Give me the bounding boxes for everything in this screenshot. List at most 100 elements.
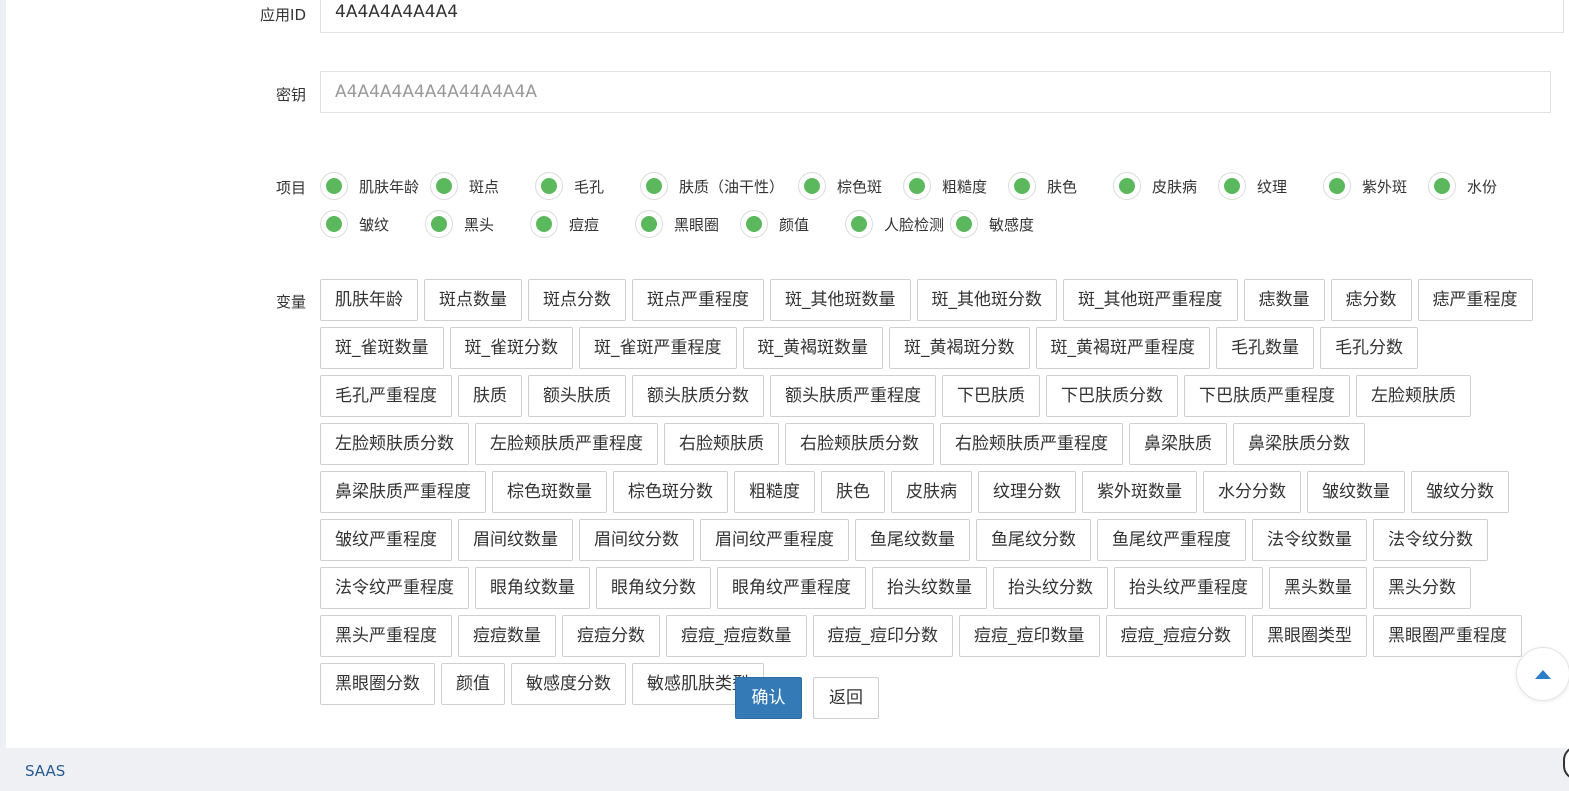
radio-circle-icon[interactable] (635, 210, 663, 238)
project-radio-item[interactable]: 棕色斑 (798, 168, 882, 204)
variable-tag-button[interactable]: 斑_黄褐斑数量 (742, 327, 883, 369)
radio-circle-icon[interactable] (530, 210, 558, 238)
variable-tag-button[interactable]: 鼻梁肤质 (1129, 423, 1227, 465)
project-radio-item[interactable]: 皮肤病 (1113, 168, 1197, 204)
variable-tag-button[interactable]: 额头肤质 (528, 375, 626, 417)
variable-tag-button[interactable]: 斑_其他斑严重程度 (1063, 279, 1238, 321)
variable-tag-button[interactable]: 鱼尾纹分数 (976, 519, 1091, 561)
variable-tag-button[interactable]: 鼻梁肤质分数 (1233, 423, 1365, 465)
variable-tag-button[interactable]: 眉间纹分数 (579, 519, 694, 561)
variable-tag-button[interactable]: 右脸颊肤质严重程度 (940, 423, 1123, 465)
variable-tag-button[interactable]: 眼角纹严重程度 (717, 567, 866, 609)
variable-tag-button[interactable]: 法令纹严重程度 (320, 567, 469, 609)
project-radio-item[interactable]: 斑点 (430, 168, 499, 204)
project-radio-item[interactable]: 肌肤年龄 (320, 168, 419, 204)
variable-tag-button[interactable]: 左脸颊肤质分数 (320, 423, 469, 465)
radio-circle-icon[interactable] (320, 172, 348, 200)
variable-tag-button[interactable]: 肌肤年龄 (320, 279, 418, 321)
variable-tag-button[interactable]: 鼻梁肤质严重程度 (320, 471, 486, 513)
project-radio-item[interactable]: 肤质（油干性） (640, 168, 784, 204)
variable-tag-button[interactable]: 肤质 (458, 375, 522, 417)
variable-tag-button[interactable]: 抬头纹严重程度 (1114, 567, 1263, 609)
project-radio-item[interactable]: 紫外斑 (1323, 168, 1407, 204)
variable-tag-button[interactable]: 黑眼圈严重程度 (1373, 615, 1522, 657)
radio-circle-icon[interactable] (320, 210, 348, 238)
variable-tag-button[interactable]: 眉间纹严重程度 (700, 519, 849, 561)
variable-tag-button[interactable]: 敏感度分数 (511, 663, 626, 705)
variable-tag-button[interactable]: 粗糙度 (734, 471, 815, 513)
variable-tag-button[interactable]: 肤色 (821, 471, 885, 513)
project-radio-item[interactable]: 毛孔 (535, 168, 604, 204)
variable-tag-button[interactable]: 斑_雀斑分数 (449, 327, 573, 369)
project-radio-item[interactable]: 纹理 (1218, 168, 1287, 204)
variable-tag-button[interactable]: 黑眼圈类型 (1252, 615, 1367, 657)
variable-tag-button[interactable]: 眼角纹分数 (596, 567, 711, 609)
radio-circle-icon[interactable] (1218, 172, 1246, 200)
variable-tag-button[interactable]: 抬头纹数量 (872, 567, 987, 609)
variable-tag-button[interactable]: 痣严重程度 (1417, 279, 1533, 321)
variable-tag-button[interactable]: 抬头纹分数 (993, 567, 1108, 609)
variable-tag-button[interactable]: 下巴肤质严重程度 (1184, 375, 1350, 417)
variable-tag-button[interactable]: 痘痘_痘印分数 (812, 615, 953, 657)
variable-tag-button[interactable]: 额头肤质分数 (632, 375, 764, 417)
radio-circle-icon[interactable] (1113, 172, 1141, 200)
variable-tag-button[interactable]: 黑头严重程度 (320, 615, 452, 657)
variable-tag-button[interactable]: 颜值 (441, 663, 505, 705)
variable-tag-button[interactable]: 纹理分数 (978, 471, 1076, 513)
radio-circle-icon[interactable] (903, 172, 931, 200)
variable-tag-button[interactable]: 右脸颊肤质分数 (785, 423, 934, 465)
app-id-input[interactable]: 4A4A4A4A4A4 (320, 0, 1564, 33)
variable-tag-button[interactable]: 斑点严重程度 (632, 279, 764, 321)
radio-circle-icon[interactable] (1428, 172, 1456, 200)
variable-tag-button[interactable]: 斑_其他斑数量 (770, 279, 911, 321)
project-radio-item[interactable]: 黑眼圈 (635, 206, 719, 242)
variable-tag-button[interactable]: 额头肤质严重程度 (770, 375, 936, 417)
radio-circle-icon[interactable] (640, 172, 668, 200)
variable-tag-button[interactable]: 左脸颊肤质严重程度 (475, 423, 658, 465)
project-radio-item[interactable]: 人脸检测 (845, 206, 944, 242)
variable-tag-button[interactable]: 痘痘_痘痘分数 (1105, 615, 1246, 657)
project-radio-item[interactable]: 粗糙度 (903, 168, 987, 204)
variable-tag-button[interactable]: 右脸颊肤质 (664, 423, 779, 465)
variable-tag-button[interactable]: 皮肤病 (891, 471, 972, 513)
scroll-top-button[interactable] (1516, 647, 1569, 701)
variable-tag-button[interactable]: 法令纹数量 (1252, 519, 1367, 561)
project-radio-item[interactable]: 痘痘 (530, 206, 599, 242)
radio-circle-icon[interactable] (845, 210, 873, 238)
project-radio-item[interactable]: 颜值 (740, 206, 809, 242)
project-radio-item[interactable]: 肤色 (1008, 168, 1077, 204)
variable-tag-button[interactable]: 棕色斑数量 (492, 471, 607, 513)
radio-circle-icon[interactable] (425, 210, 453, 238)
variable-tag-button[interactable]: 斑点数量 (424, 279, 522, 321)
variable-tag-button[interactable]: 下巴肤质分数 (1046, 375, 1178, 417)
variable-tag-button[interactable]: 皱纹数量 (1307, 471, 1405, 513)
variable-tag-button[interactable]: 法令纹分数 (1373, 519, 1488, 561)
variable-tag-button[interactable]: 皱纹分数 (1411, 471, 1509, 513)
variable-tag-button[interactable]: 斑点分数 (528, 279, 626, 321)
variable-tag-button[interactable]: 黑眼圈分数 (320, 663, 435, 705)
variable-tag-button[interactable]: 毛孔严重程度 (320, 375, 452, 417)
project-radio-item[interactable]: 水份 (1428, 168, 1497, 204)
variable-tag-button[interactable]: 紫外斑数量 (1082, 471, 1197, 513)
variable-tag-button[interactable]: 棕色斑分数 (613, 471, 728, 513)
secret-input[interactable]: A4A4A4A4A4A44A4A4A (320, 71, 1551, 113)
variable-tag-button[interactable]: 左脸颊肤质 (1356, 375, 1471, 417)
radio-circle-icon[interactable] (1008, 172, 1036, 200)
variable-tag-button[interactable]: 斑_黄褐斑分数 (889, 327, 1030, 369)
variable-tag-button[interactable]: 斑_黄褐斑严重程度 (1035, 327, 1210, 369)
variable-tag-button[interactable]: 皱纹严重程度 (320, 519, 452, 561)
variable-tag-button[interactable]: 鱼尾纹数量 (855, 519, 970, 561)
variable-tag-button[interactable]: 黑头数量 (1269, 567, 1367, 609)
variable-tag-button[interactable]: 痣分数 (1330, 279, 1412, 321)
variable-tag-button[interactable]: 痘痘数量 (458, 615, 556, 657)
variable-tag-button[interactable]: 黑头分数 (1373, 567, 1471, 609)
variable-tag-button[interactable]: 下巴肤质 (942, 375, 1040, 417)
variable-tag-button[interactable]: 痘痘分数 (562, 615, 660, 657)
radio-circle-icon[interactable] (798, 172, 826, 200)
back-button[interactable]: 返回 (813, 677, 879, 719)
variable-tag-button[interactable]: 痘痘_痘痘数量 (666, 615, 807, 657)
radio-circle-icon[interactable] (950, 210, 978, 238)
radio-circle-icon[interactable] (535, 172, 563, 200)
radio-circle-icon[interactable] (430, 172, 458, 200)
radio-circle-icon[interactable] (740, 210, 768, 238)
